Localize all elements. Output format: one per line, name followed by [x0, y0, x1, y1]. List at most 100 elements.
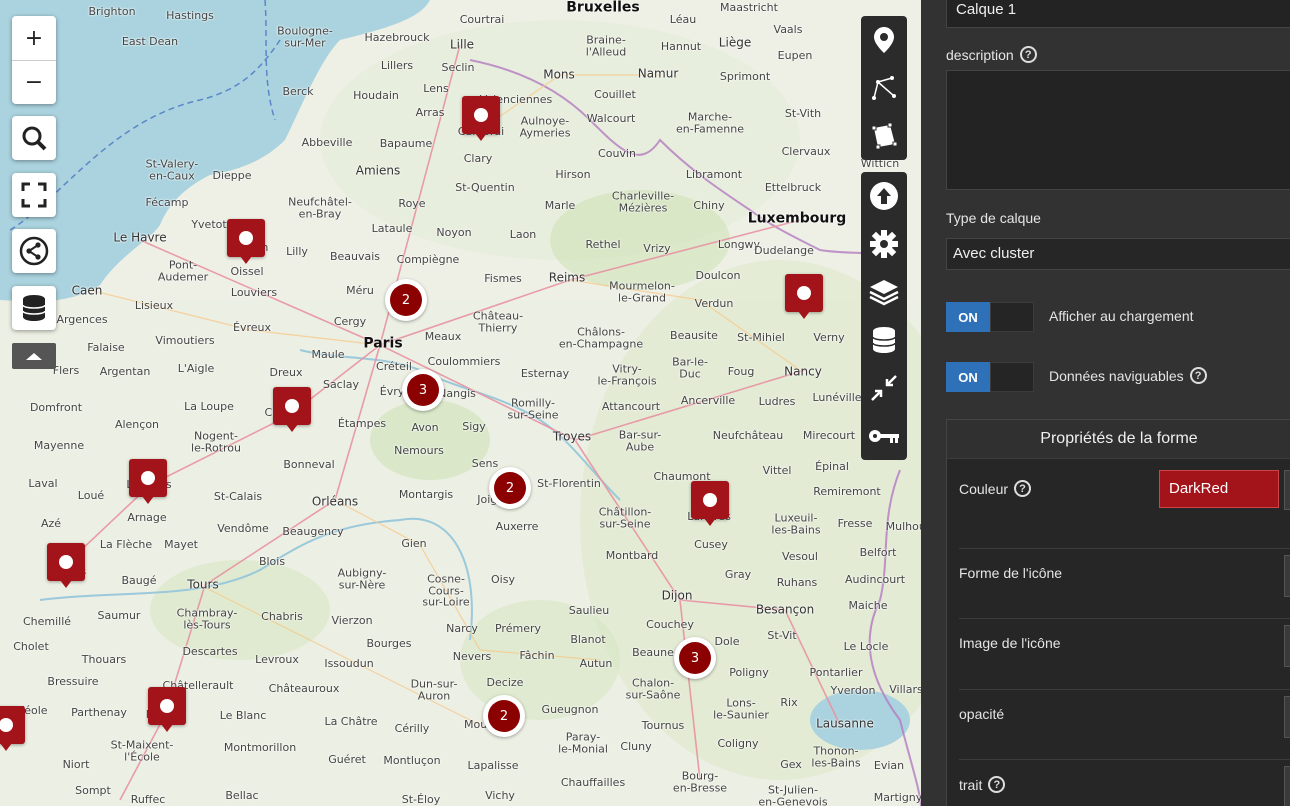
marker-tip — [286, 424, 298, 432]
marker-icon — [0, 706, 25, 744]
map-marker[interactable] — [47, 543, 85, 591]
caret-up-icon — [26, 353, 42, 360]
marker-cluster[interactable]: 3 — [402, 369, 444, 411]
toggle-off-state — [990, 302, 1034, 332]
upload-icon — [870, 182, 898, 210]
stroke-row: trait ? — [959, 759, 1290, 806]
toggle-on-state: ON — [946, 302, 990, 332]
map-marker[interactable] — [273, 387, 311, 435]
marker-tip — [60, 580, 72, 588]
share-button[interactable] — [12, 229, 56, 273]
marker-icon — [785, 274, 823, 312]
help-icon[interactable]: ? — [1019, 46, 1037, 63]
opacity-row: opacité — [959, 689, 1290, 760]
map-marker[interactable] — [785, 274, 823, 322]
database-icon — [22, 295, 46, 321]
map-marker[interactable] — [462, 96, 500, 144]
cluster-count: 3 — [679, 642, 711, 674]
map-marker[interactable] — [148, 687, 186, 735]
draw-polygon-button[interactable] — [861, 112, 907, 160]
import-button[interactable] — [861, 172, 907, 220]
stroke-toggle[interactable] — [1284, 766, 1290, 806]
color-label-text: Couleur — [959, 480, 1009, 497]
marker-icon — [273, 387, 311, 425]
fullscreen-icon — [21, 182, 47, 208]
manage-datalayers-button[interactable] — [861, 316, 907, 364]
map-marker[interactable] — [0, 706, 25, 754]
fullscreen-button[interactable] — [12, 173, 56, 217]
marker-tip — [798, 311, 810, 319]
marker-icon — [691, 481, 729, 519]
map-marker[interactable] — [227, 219, 265, 267]
marker-tip — [704, 518, 716, 526]
layers-icon — [869, 280, 899, 306]
layer-name-input[interactable]: Calque 1 — [946, 0, 1290, 28]
compress-icon — [871, 375, 897, 401]
shape-properties-section: Propriétés de la forme Couleur ? DarkRed… — [946, 419, 1290, 806]
help-icon[interactable]: ? — [1014, 480, 1032, 497]
opacity-input[interactable] — [1284, 696, 1290, 738]
polygon-icon — [871, 122, 898, 150]
draw-line-button[interactable] — [861, 64, 907, 112]
stroke-label-text: trait — [959, 776, 983, 793]
gear-icon — [870, 230, 898, 258]
zoom-control: + − — [12, 16, 56, 104]
collapse-controls-button[interactable] — [12, 343, 56, 369]
map-view[interactable]: Brighton Hastings East Dean Boulogne-sur-Me… — [0, 0, 921, 806]
map-marker[interactable] — [129, 459, 167, 507]
cluster-count: 2 — [488, 700, 520, 732]
cluster-count: 2 — [494, 472, 526, 504]
marker-icon — [47, 543, 85, 581]
zoom-out-button[interactable]: − — [12, 60, 56, 104]
show-on-load-label: Afficher au chargement — [1049, 308, 1194, 324]
marker-cluster[interactable]: 2 — [483, 695, 525, 737]
icon-shape-label: Forme de l'icône — [959, 565, 1063, 581]
map-tiles — [0, 0, 921, 806]
marker-cluster[interactable]: 2 — [489, 467, 531, 509]
marker-icon — [227, 219, 265, 257]
draw-toolbar — [861, 16, 907, 160]
polyline-icon — [872, 76, 896, 100]
description-textarea[interactable] — [946, 70, 1290, 190]
icon-image-select[interactable] — [1284, 625, 1290, 667]
map-settings-button[interactable] — [861, 220, 907, 268]
section-title[interactable]: Propriétés de la forme — [947, 420, 1290, 459]
data-layers-button[interactable] — [12, 286, 56, 330]
browsable-label: Données naviguables ? — [1049, 367, 1207, 384]
help-icon[interactable]: ? — [988, 776, 1006, 793]
help-icon[interactable]: ? — [1189, 367, 1207, 384]
cluster-count: 3 — [407, 374, 439, 406]
color-input[interactable]: DarkRed — [1159, 470, 1279, 508]
marker-cluster[interactable]: 3 — [674, 637, 716, 679]
zoom-in-button[interactable]: + — [12, 16, 56, 60]
marker-tip — [161, 724, 173, 732]
icon-shape-select[interactable] — [1284, 555, 1290, 597]
browsable-label-text: Données naviguables — [1049, 367, 1184, 384]
map-marker[interactable] — [691, 481, 729, 529]
tile-layers-button[interactable] — [861, 268, 907, 316]
browsable-toggle[interactable]: ON — [946, 362, 1034, 392]
description-label-text: description — [946, 46, 1014, 63]
description-label: description ? — [946, 46, 1037, 63]
key-icon — [869, 430, 899, 443]
marker-icon — [129, 459, 167, 497]
layer-type-select[interactable]: Avec cluster — [946, 238, 1290, 270]
show-on-load-toggle[interactable]: ON — [946, 302, 1034, 332]
cluster-count: 2 — [390, 284, 422, 316]
marker-tip — [475, 133, 487, 141]
toggle-on-state: ON — [946, 362, 990, 392]
icon-shape-row: Forme de l'icône — [959, 548, 1290, 619]
opacity-label: opacité — [959, 706, 1005, 722]
permissions-button[interactable] — [861, 412, 907, 460]
center-zoom-button[interactable] — [861, 364, 907, 412]
color-picker-button[interactable] — [1284, 470, 1290, 510]
draw-marker-button[interactable] — [861, 16, 907, 64]
color-label: Couleur ? — [959, 480, 1032, 497]
search-icon — [22, 126, 47, 151]
search-button[interactable] — [12, 116, 56, 160]
icon-image-row: Image de l'icône — [959, 618, 1290, 689]
layer-type-label: Type de calque — [946, 210, 1041, 226]
marker-cluster[interactable]: 2 — [385, 279, 427, 321]
share-icon — [19, 236, 49, 266]
marker-tip — [0, 743, 12, 751]
